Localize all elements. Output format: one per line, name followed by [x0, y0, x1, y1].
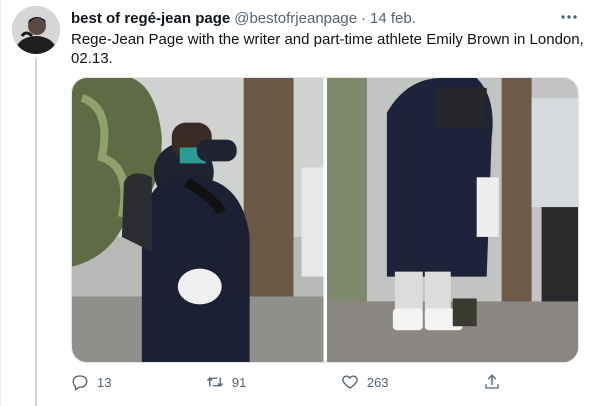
- user-handle[interactable]: @bestofrjeanpage: [234, 10, 357, 27]
- display-name[interactable]: best of regé-jean page: [71, 10, 230, 27]
- like-count: 263: [366, 374, 389, 390]
- more-icon[interactable]: [558, 8, 580, 26]
- avatar-image: [12, 6, 60, 54]
- tweet-text: Rege-Jean Page with the writer and part-…: [71, 31, 584, 67]
- retweet-count: 91: [231, 374, 247, 390]
- tweet-header: best of regé-jean page @bestofrjeanpage …: [71, 8, 580, 28]
- share-icon: [485, 374, 499, 389]
- reply-count: 13: [97, 374, 112, 390]
- heart-icon: [342, 375, 358, 389]
- tweet[interactable]: best of regé-jean page @bestofrjeanpage …: [0, 0, 594, 406]
- media-grid: [71, 77, 579, 363]
- photo-left[interactable]: [72, 78, 324, 362]
- tweet-actions: 13 91 263: [71, 372, 501, 392]
- thread-line: [35, 58, 37, 406]
- reply-icon: [72, 375, 88, 391]
- retweet-icon: [206, 377, 223, 387]
- tweet-date[interactable]: 14 feb.: [370, 10, 416, 27]
- separator-dot: ·: [361, 9, 367, 27]
- share-button[interactable]: [483, 373, 501, 391]
- like-button[interactable]: 263: [341, 373, 389, 391]
- photo-right[interactable]: [326, 78, 578, 362]
- retweet-button[interactable]: 91: [206, 373, 246, 391]
- avatar[interactable]: [12, 6, 60, 54]
- reply-button[interactable]: 13: [71, 373, 111, 391]
